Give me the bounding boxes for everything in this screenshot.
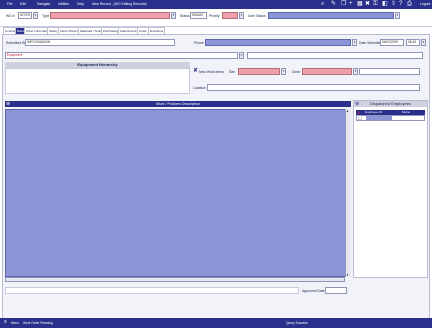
approved-date-field[interactable] — [325, 287, 347, 294]
zone-label: Zone — [292, 70, 300, 74]
new-work-items-icon[interactable]: ✘ — [193, 67, 198, 74]
user-status-label: User Status — [248, 14, 266, 18]
expand-icon[interactable]: ⊕ — [355, 101, 359, 107]
copy-icon[interactable]: ❐ — [341, 0, 346, 9]
date-submitted-label: Date Submitted — [359, 41, 383, 45]
date-submitted-field[interactable]: 06/02/2009 — [380, 39, 404, 46]
work-problem-textarea[interactable] — [5, 109, 351, 277]
priority-label: Priority — [209, 14, 220, 18]
new-work-items-label: New Work Items — [199, 70, 224, 74]
work-problem-scrollbar[interactable]: ▲ ▼ — [345, 109, 351, 277]
site-field[interactable] — [238, 68, 280, 75]
help-icon[interactable]: ? — [399, 0, 402, 9]
wo-number-field[interactable]: 6270917 — [18, 12, 32, 19]
tab-bar: Contract Basic Other Information Safety … — [0, 27, 432, 34]
site-label: Site — [229, 70, 235, 74]
query-icon[interactable]: ⌕ — [321, 0, 324, 9]
dispatched-row[interactable]: ☐ — [356, 115, 425, 121]
menu-file[interactable]: File — [7, 2, 12, 6]
type-field[interactable] — [50, 12, 170, 19]
dispatched-employees-header: Dispatched Employees — [354, 101, 427, 107]
equipment-description-field[interactable] — [247, 52, 423, 59]
grid-icon[interactable]: ▦ — [357, 0, 363, 9]
save-icon[interactable]: ◧ — [382, 0, 388, 9]
approved-date-label: Approved Date — [302, 289, 325, 293]
phone-field[interactable] — [205, 39, 351, 46]
tab-attachments[interactable]: Attachments — [118, 27, 139, 34]
location-field[interactable] — [207, 84, 420, 91]
add-icon[interactable]: + — [349, 0, 353, 9]
equipment-lookup-button[interactable]: ▾ — [239, 52, 244, 59]
work-problem-hscrollbar[interactable] — [5, 277, 345, 282]
menu-utilities[interactable]: Utilities — [58, 2, 69, 6]
module-label[interactable]: Work Order Planning — [23, 321, 53, 325]
site-dropdown-button[interactable]: ▾ — [281, 68, 286, 75]
equipment-hierarchy-tree[interactable] — [5, 68, 190, 94]
scroll-up-icon[interactable]: ▲ — [346, 109, 349, 113]
submitted-by-field[interactable]: IMPCONADMIN — [25, 39, 175, 46]
status-bar: ≡ Menu Work Order Planning Query Success — [0, 318, 432, 328]
time-submitted-field[interactable]: 08:48 — [406, 39, 420, 46]
type-label: Type — [42, 14, 50, 18]
user-status-field[interactable] — [268, 12, 394, 19]
scroll-down-icon[interactable]: ▼ — [346, 273, 349, 277]
status-label: Status — [180, 14, 190, 18]
dispatched-employees-panel: Dispatched Employees ⊕ ⊗ Employee ID Nam… — [353, 100, 428, 278]
menu-bar: File Edit Navigate Utilities Help New Re… — [0, 0, 432, 9]
phone-label: Phone — [194, 41, 204, 45]
employee-id-cell[interactable] — [366, 116, 392, 120]
menu-edit[interactable]: Edit — [20, 2, 26, 6]
location-label: Location — [193, 86, 206, 90]
row-checkbox[interactable]: ☐ — [358, 116, 362, 121]
time-dropdown-button[interactable]: ▾ — [421, 39, 426, 46]
lock-icon[interactable]: ⚿ — [373, 0, 378, 9]
equipment-field[interactable]: Equipment — [5, 52, 238, 59]
tab-downtime[interactable]: Downtime — [148, 27, 166, 34]
zone-field[interactable] — [302, 68, 352, 75]
status-field[interactable]: WAMAT — [190, 12, 207, 19]
tab-materials-tools[interactable]: Materials / Tools — [78, 27, 104, 34]
up-arrow-icon[interactable]: ⇧ — [391, 0, 396, 9]
query-status-text: Query Success — [286, 321, 308, 325]
menu-icon[interactable]: ≡ — [4, 319, 7, 325]
approval-notes-field[interactable] — [5, 287, 299, 294]
priority-dropdown-button[interactable]: ▾ — [239, 12, 244, 19]
logout-link[interactable]: Logout — [420, 2, 430, 6]
zone-description-field[interactable] — [359, 68, 420, 75]
type-dropdown-button[interactable]: ▾ — [171, 12, 176, 19]
expand-icon[interactable]: ⊕ — [6, 101, 10, 107]
menu-help[interactable]: Help — [77, 2, 84, 6]
record-title: New Record - (WO Editing Records) — [92, 2, 147, 6]
submitted-by-label: Submitted By — [6, 41, 27, 45]
menu-navigate[interactable]: Navigate — [37, 2, 50, 6]
wo-lookup-button[interactable]: ▾ — [33, 12, 38, 19]
header-row: WO # 6270917 ▾ Type ▾ Status WAMAT Prior… — [0, 9, 432, 27]
priority-field[interactable] — [222, 12, 238, 19]
wo-label: WO # — [6, 14, 15, 18]
work-problem-header: Work / Problem Description — [5, 101, 351, 107]
print-icon[interactable]: ⎙ — [407, 0, 412, 9]
zone-dropdown-button[interactable]: ▾ — [353, 68, 358, 75]
phone-lookup-button[interactable]: ▾ — [352, 39, 357, 46]
menu-button[interactable]: Menu — [11, 321, 19, 325]
tab-costs[interactable]: Costs — [137, 27, 149, 34]
user-status-dropdown-button[interactable]: ▾ — [395, 12, 400, 19]
delete-icon[interactable]: ✖ — [365, 0, 370, 9]
tools-icon[interactable]: ✎ — [331, 0, 336, 9]
